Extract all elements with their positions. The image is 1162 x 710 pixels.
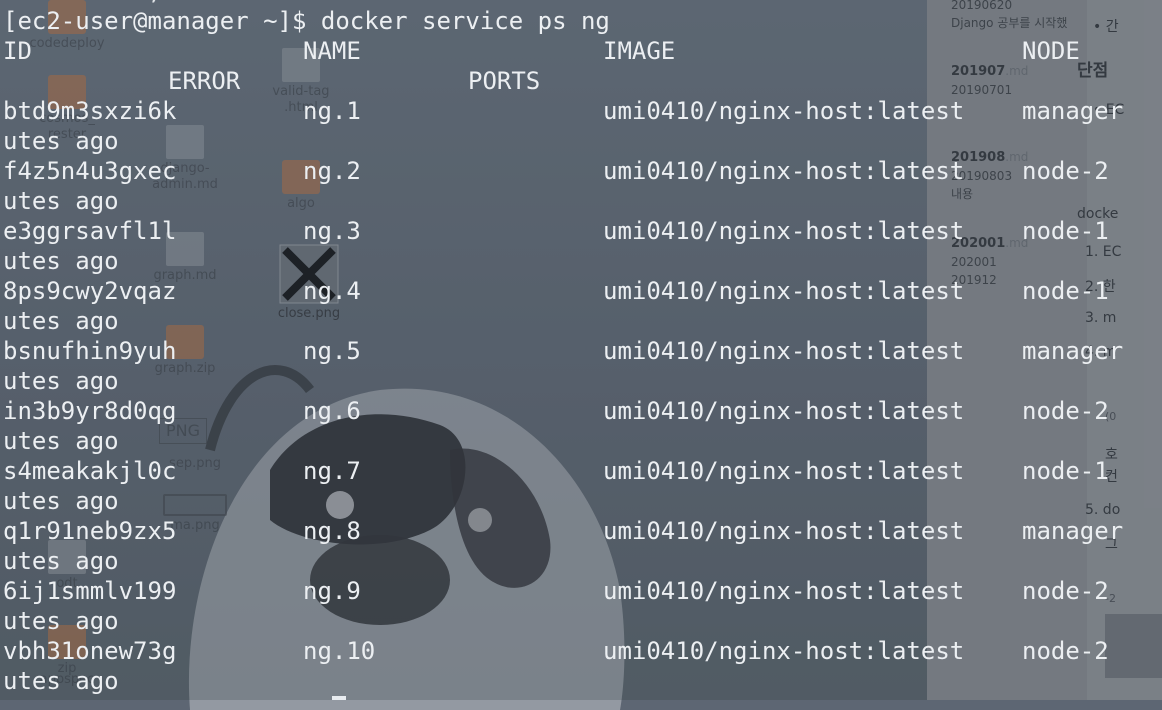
task-id: f4z5n4u3gxec (3, 157, 177, 185)
task-node: node-1 (1022, 217, 1109, 245)
task-image: umi0410/nginx-host:latest (603, 97, 965, 125)
task-image: umi0410/nginx-host:latest (603, 157, 965, 185)
task-name: ng.9 (303, 577, 361, 605)
task-image: umi0410/nginx-host:latest (603, 517, 965, 545)
task-name: ng.2 (303, 157, 361, 185)
task-node: node-2 (1022, 637, 1109, 665)
task-image: umi0410/nginx-host:latest (603, 397, 965, 425)
task-node: manager (1022, 97, 1124, 125)
task-name: ng.7 (303, 457, 361, 485)
task-wrapped-tail: utes ago (3, 547, 119, 575)
header-error: ERROR (168, 67, 241, 95)
task-wrapped-tail: utes ago (3, 247, 119, 275)
task-wrapped-tail: utes ago (3, 487, 119, 515)
task-name: ng.1 (303, 97, 361, 125)
task-wrapped-tail: utes ago (3, 367, 119, 395)
task-id: vbh31onew73g (3, 637, 177, 665)
terminal-window[interactable]: , [ec2-user@manager ~]$ docker service p… (0, 0, 1162, 700)
task-image: umi0410/nginx-host:latest (603, 637, 965, 665)
task-image: umi0410/nginx-host:latest (603, 217, 965, 245)
header-name: NAME (303, 37, 361, 65)
task-id: in3b9yr8d0qg (3, 397, 177, 425)
task-id: 6ij1smmlv199 (3, 577, 177, 605)
task-wrapped-tail: utes ago (3, 427, 119, 455)
task-id: bsnufhin9yuh (3, 337, 177, 365)
task-image: umi0410/nginx-host:latest (603, 277, 965, 305)
task-wrapped-tail: utes ago (3, 127, 119, 155)
task-name: ng.6 (303, 397, 361, 425)
command-prompt-line: [ec2-user@manager ~]$ docker service ps … (3, 7, 610, 35)
task-node: node-2 (1022, 157, 1109, 185)
task-wrapped-tail: utes ago (3, 667, 119, 695)
task-node: node-1 (1022, 277, 1109, 305)
header-id: ID (3, 37, 32, 65)
task-id: btd9m3sxzi6k (3, 97, 177, 125)
header-ports: PORTS (468, 67, 541, 95)
task-node: node-1 (1022, 457, 1109, 485)
task-name: ng.10 (303, 637, 376, 665)
task-id: e3ggrsavfl1l (3, 217, 177, 245)
task-wrapped-tail: utes ago (3, 187, 119, 215)
task-image: umi0410/nginx-host:latest (603, 457, 965, 485)
task-node: node-2 (1022, 577, 1109, 605)
task-wrapped-tail: utes ago (3, 307, 119, 335)
task-node: manager (1022, 337, 1124, 365)
task-id: s4meakakjl0c (3, 457, 177, 485)
task-name: ng.3 (303, 217, 361, 245)
header-image: IMAGE (603, 37, 676, 65)
task-id: q1r91neb9zx5 (3, 517, 177, 545)
task-image: umi0410/nginx-host:latest (603, 337, 965, 365)
terminal-cursor (332, 696, 346, 700)
header-node: NODE (1022, 37, 1080, 65)
task-image: umi0410/nginx-host:latest (603, 577, 965, 605)
task-node: manager (1022, 517, 1124, 545)
task-name: ng.8 (303, 517, 361, 545)
task-id: 8ps9cwy2vqaz (3, 277, 177, 305)
task-node: node-2 (1022, 397, 1109, 425)
task-name: ng.4 (303, 277, 361, 305)
task-wrapped-tail: utes ago (3, 607, 119, 635)
task-name: ng.5 (303, 337, 361, 365)
